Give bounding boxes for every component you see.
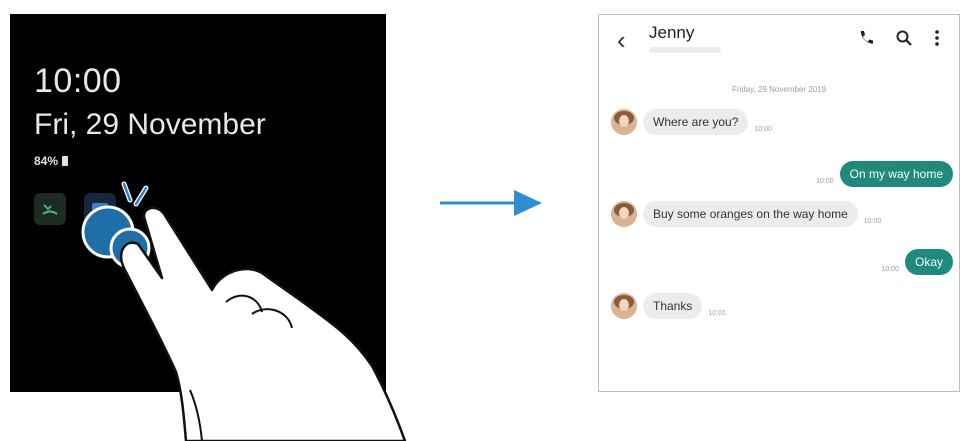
phone-icon[interactable] [857,29,875,47]
hand-icon [119,206,407,441]
message-time: 10:00 [754,126,772,133]
message-time: 10:00 [863,218,882,225]
avatar[interactable] [611,201,637,227]
message-time: 10:01 [708,310,726,317]
message-row-incoming: Thanks 10:01 [611,293,726,319]
message-bubble[interactable]: Thanks [643,293,703,319]
message-row-outgoing: 10:00 On my way home [816,161,953,187]
avatar[interactable] [611,109,637,135]
message-row-incoming: Buy some oranges on the way home 10:00 [611,201,881,227]
contact-number-redacted [649,47,721,53]
messages-conversation-screen: ‹ Jenny Friday, 29 November 2019 Where a… [598,14,960,392]
conversation-date: Friday, 29 November 2019 [731,85,827,94]
contact-name: Jenny [649,23,695,42]
chevron-left-icon: ‹ [617,25,626,55]
conversation-header: ‹ Jenny [599,15,959,63]
message-bubble[interactable]: Where are you? [643,109,749,135]
message-row-outgoing: 10:00 Okay [881,249,953,275]
message-row-incoming: Where are you? 10:00 [611,109,772,135]
back-button[interactable]: ‹ [617,27,626,53]
message-time: 10:00 [881,266,899,273]
avatar[interactable] [611,293,637,319]
message-bubble[interactable]: Buy some oranges on the way home [643,201,858,227]
more-vertical-icon[interactable] [933,29,941,47]
message-bubble[interactable]: On my way home [839,161,953,187]
transition-arrow [440,190,542,216]
message-bubble[interactable]: Okay [904,249,953,275]
message-time: 10:00 [816,178,834,185]
search-icon[interactable] [895,29,913,47]
